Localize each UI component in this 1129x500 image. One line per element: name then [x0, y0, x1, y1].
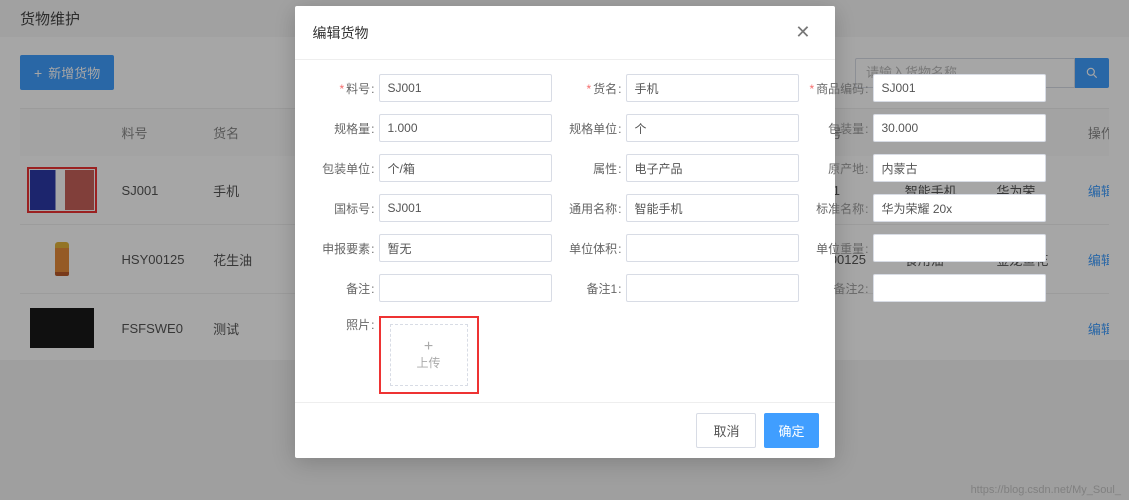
input-std[interactable]	[873, 194, 1046, 222]
input-unitvol[interactable]	[626, 234, 799, 262]
label-std: 标准名称	[807, 200, 869, 217]
input-attr[interactable]	[626, 154, 799, 182]
label-common: 通用名称	[560, 200, 622, 217]
label-note: 备注	[313, 280, 375, 297]
cancel-button[interactable]: 取消	[696, 413, 756, 448]
input-origin[interactable]	[873, 154, 1046, 182]
label-note2: 备注2	[807, 280, 869, 297]
input-prodcode[interactable]	[873, 74, 1046, 102]
label-unitvol: 单位体积	[560, 240, 622, 257]
label-origin: 原产地	[807, 160, 869, 177]
input-specunit[interactable]	[626, 114, 799, 142]
input-declare[interactable]	[379, 234, 552, 262]
dialog-title: 编辑货物	[313, 23, 369, 43]
input-unitwt[interactable]	[873, 234, 1046, 262]
modal-overlay[interactable]: 编辑货物 ✕ *料号 *货名 *商品编码 规格量 规格单位 包装量 包装单位 属…	[0, 0, 1129, 500]
input-code[interactable]	[379, 74, 552, 102]
upload-photo-box[interactable]: + 上传	[379, 316, 479, 394]
upload-label: 上传	[416, 354, 440, 371]
label-code: *料号	[313, 80, 375, 97]
label-packqty: 包装量	[807, 120, 869, 137]
confirm-button[interactable]: 确定	[764, 413, 818, 448]
input-note1[interactable]	[626, 274, 799, 302]
label-prodcode: *商品编码	[807, 80, 869, 97]
input-note2[interactable]	[873, 274, 1046, 302]
label-packunit: 包装单位	[313, 160, 375, 177]
label-attr: 属性	[560, 160, 622, 177]
label-specqty: 规格量	[313, 120, 375, 137]
edit-goods-dialog: 编辑货物 ✕ *料号 *货名 *商品编码 规格量 规格单位 包装量 包装单位 属…	[295, 6, 835, 458]
upload-inner: + 上传	[390, 324, 468, 386]
label-declare: 申报要素	[313, 240, 375, 257]
input-packunit[interactable]	[379, 154, 552, 182]
input-specqty[interactable]	[379, 114, 552, 142]
label-unitwt: 单位重量	[807, 240, 869, 257]
input-gbcode[interactable]	[379, 194, 552, 222]
close-icon[interactable]: ✕	[789, 20, 816, 45]
plus-icon: +	[424, 340, 433, 354]
label-specunit: 规格单位	[560, 120, 622, 137]
input-common[interactable]	[626, 194, 799, 222]
label-note1: 备注1	[560, 280, 622, 297]
input-name[interactable]	[626, 74, 799, 102]
label-name: *货名	[560, 80, 622, 97]
label-gbcode: 国标号	[313, 200, 375, 217]
input-note[interactable]	[379, 274, 552, 302]
input-packqty[interactable]	[873, 114, 1046, 142]
label-photo: 照片	[313, 316, 375, 333]
